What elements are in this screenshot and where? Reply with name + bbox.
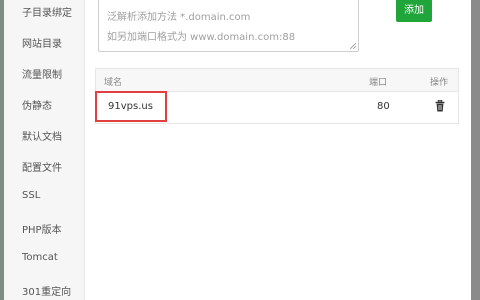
resize-grip-icon[interactable] xyxy=(350,43,356,49)
sidebar-item-301-redirect[interactable]: 301重定向 xyxy=(22,283,71,298)
right-edge xyxy=(471,0,480,300)
domain-textarea[interactable]: 泛解析添加方法 *.domain.com 如另加端口格式为 www.domain… xyxy=(98,0,359,52)
sidebar-item-config-file[interactable]: 配置文件 xyxy=(22,159,62,174)
sidebar-item-php-version[interactable]: PHP版本 xyxy=(22,221,62,236)
sidebar-item-rewrite[interactable]: 伪静态 xyxy=(22,97,52,112)
sidebar-item-default-document[interactable]: 默认文档 xyxy=(22,128,62,143)
sidebar-item-site-directory[interactable]: 网站目录 xyxy=(22,35,62,50)
column-header-port: 端口 xyxy=(369,78,388,88)
add-domain-button[interactable]: 添加 xyxy=(396,0,432,22)
column-header-action: 操作 xyxy=(430,78,449,88)
site-settings-dialog: 子目录绑定 网站目录 流量限制 伪静态 默认文档 配置文件 SSL PHP版本 … xyxy=(0,0,480,300)
domain-hint-line-2: 如另加端口格式为 www.domain.com:88 xyxy=(107,32,296,43)
sidebar-item-subdirectory-binding[interactable]: 子目录绑定 xyxy=(22,4,72,19)
sidebar-item-ssl[interactable]: SSL xyxy=(22,190,40,201)
domain-management-panel: 泛解析添加方法 *.domain.com 如另加端口格式为 www.domain… xyxy=(85,0,471,300)
trash-icon[interactable] xyxy=(435,100,445,112)
domain-hint-line-1: 泛解析添加方法 *.domain.com xyxy=(107,12,251,23)
highlight-annotation xyxy=(95,91,167,122)
sidebar-item-tomcat[interactable]: Tomcat xyxy=(22,252,58,263)
table-header: 域名 端口 操作 xyxy=(96,69,458,92)
port-cell: 80 xyxy=(377,101,390,112)
sidebar-item-traffic-limit[interactable]: 流量限制 xyxy=(22,66,62,81)
domain-table: 域名 端口 操作 91vps.us 80 xyxy=(95,68,459,124)
column-header-domain: 域名 xyxy=(104,78,123,88)
settings-sidebar: 子目录绑定 网站目录 流量限制 伪静态 默认文档 配置文件 SSL PHP版本 … xyxy=(4,0,85,300)
